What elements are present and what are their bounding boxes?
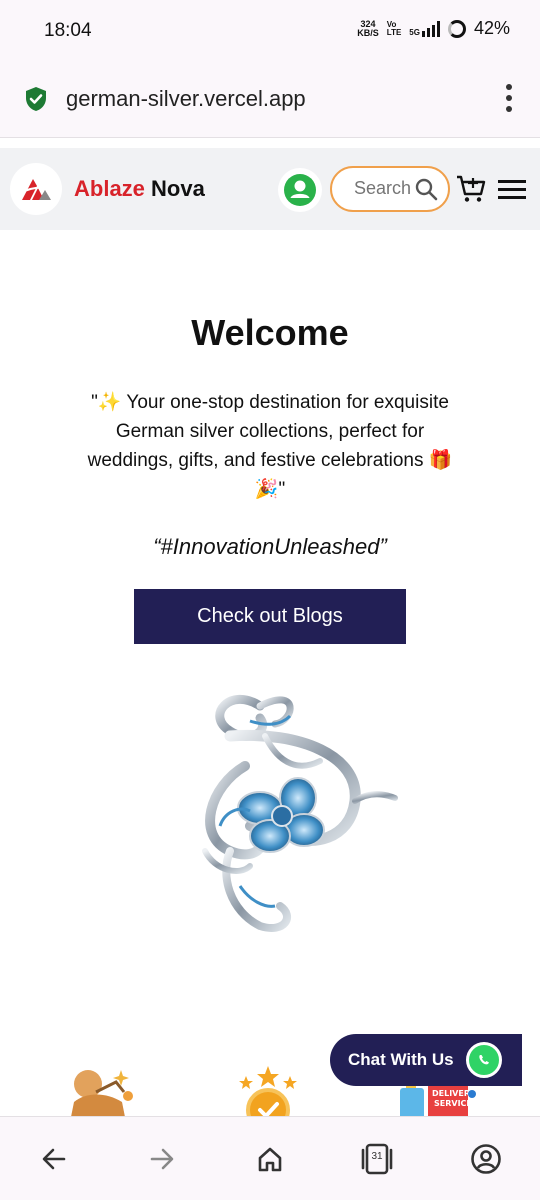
clock: 18:04 — [44, 20, 92, 41]
chat-with-us-button[interactable]: Chat With Us — [330, 1034, 522, 1086]
home-icon[interactable] — [252, 1141, 288, 1177]
search-icon[interactable] — [414, 177, 438, 206]
tagline: "✨ Your one-stop destination for exquisi… — [87, 392, 453, 500]
handcrafted-icon — [66, 1062, 138, 1116]
brand-logo[interactable] — [10, 163, 62, 215]
svg-text:SERVICE: SERVICE — [434, 1099, 472, 1108]
tabs-icon[interactable]: 31 — [359, 1141, 395, 1177]
cart-icon[interactable] — [456, 174, 486, 209]
search-box[interactable] — [330, 166, 450, 212]
volte-indicator: Vo LTE — [386, 19, 402, 37]
hamburger-icon[interactable] — [498, 180, 526, 199]
user-icon[interactable] — [278, 168, 322, 212]
browser-bottom-nav: 31 — [0, 1116, 540, 1200]
hashtag: “#InnovationUnleashed” — [153, 534, 387, 559]
more-vertical-icon[interactable] — [506, 84, 512, 112]
signal-icon: 5G — [409, 20, 440, 37]
address-bar[interactable]: german-silver.vercel.app — [0, 64, 540, 138]
whatsapp-icon[interactable] — [465, 1042, 502, 1078]
quality-badge-icon — [230, 1062, 310, 1116]
tab-count: 31 — [371, 1151, 383, 1162]
silver-ornament-image — [190, 676, 400, 943]
account-icon[interactable] — [468, 1141, 504, 1177]
forward-icon[interactable] — [144, 1141, 180, 1177]
battery-icon — [447, 19, 466, 38]
search-input[interactable] — [354, 178, 412, 199]
url-text[interactable]: german-silver.vercel.app — [66, 86, 306, 112]
page-title: Welcome — [191, 312, 349, 353]
check-out-blogs-button[interactable]: Check out Blogs — [134, 589, 406, 644]
shield-check-icon[interactable] — [24, 86, 48, 117]
brand-name[interactable]: Ablaze Nova — [74, 176, 205, 202]
battery-percent: 42% — [473, 18, 510, 38]
network-speed: 324 KB/S — [357, 18, 379, 38]
status-icons: 324 KB/S Vo LTE 5G 42% — [357, 18, 510, 39]
status-bar: 18:04 324 KB/S Vo LTE 5G 42% — [0, 0, 540, 64]
back-icon[interactable] — [36, 1141, 72, 1177]
